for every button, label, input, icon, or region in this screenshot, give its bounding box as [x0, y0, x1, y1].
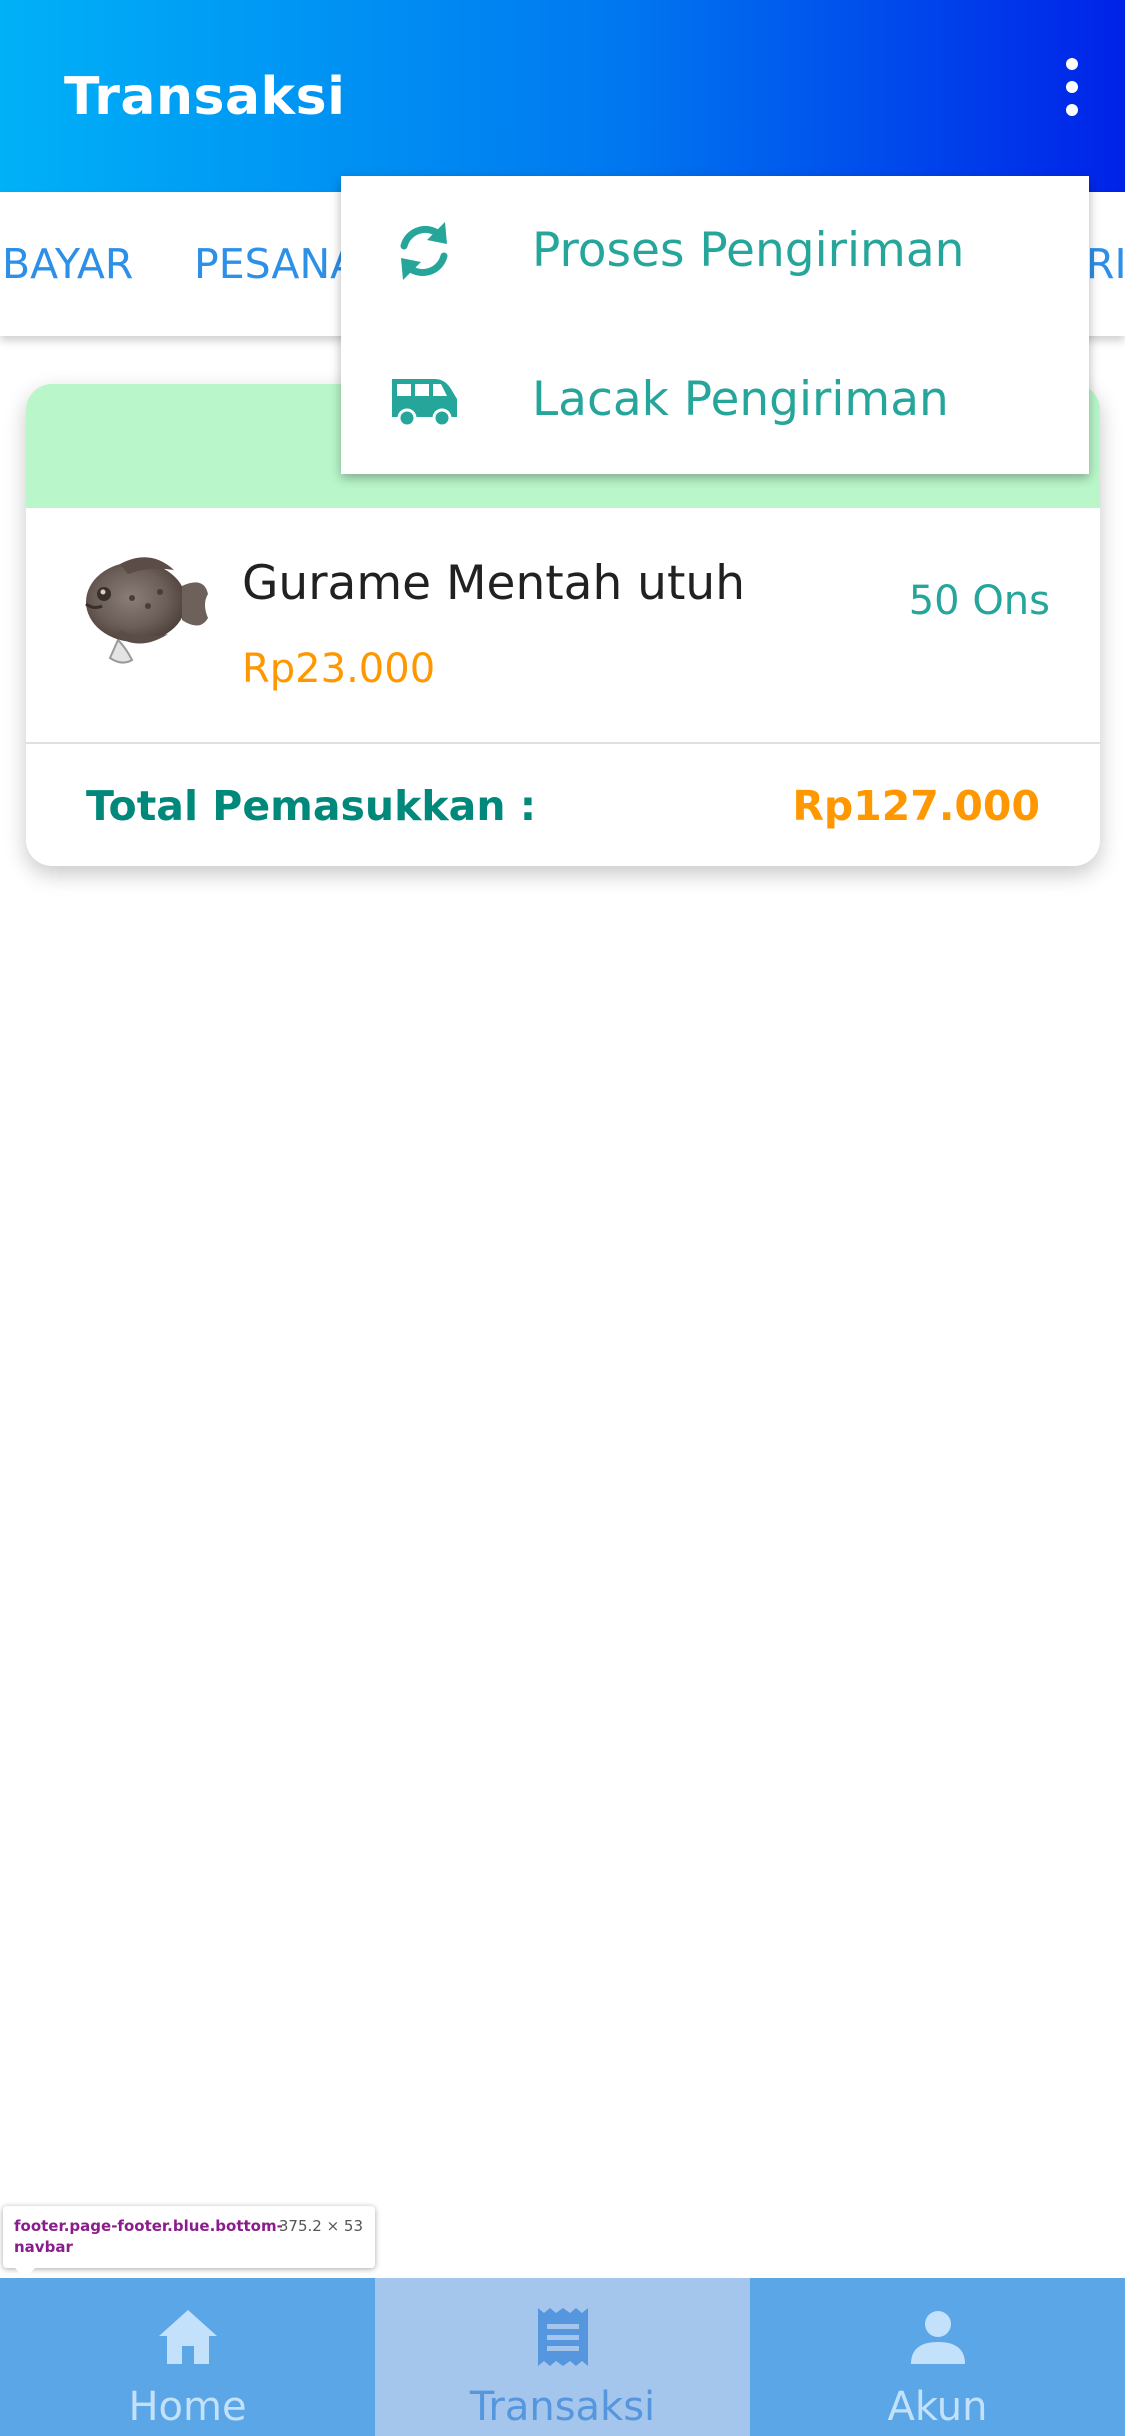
- tab-partial[interactable]: RI: [1086, 238, 1125, 290]
- menu-item-lacak-pengiriman[interactable]: Lacak Pengiriman: [341, 325, 1089, 474]
- nav-label: Home: [128, 2384, 247, 2430]
- nav-label: Akun: [887, 2384, 988, 2430]
- more-options-icon[interactable]: [1049, 58, 1095, 116]
- menu-item-label: Proses Pengiriman: [532, 223, 965, 278]
- product-name: Gurame Mentah utuh: [242, 556, 745, 611]
- kebab-dot: [1066, 58, 1078, 70]
- home-icon: [159, 2310, 217, 2364]
- nav-item-home[interactable]: Home: [0, 2278, 375, 2436]
- receipt-icon: [538, 2308, 588, 2366]
- inspector-selector: footer.page-footer.blue.bottom-navbar: [14, 2217, 283, 2256]
- page-title: Transaksi: [64, 67, 346, 127]
- shuttle-van-icon: [392, 379, 457, 428]
- bottom-navbar: Home Transaksi Akun: [0, 2278, 1125, 2436]
- card-divider: [26, 742, 1100, 744]
- sync-icon: [400, 222, 448, 280]
- fish-image: [85, 557, 208, 664]
- total-value: Rp127.000: [792, 782, 1040, 830]
- options-dropdown-menu: Proses Pengiriman Lacak Pengiriman: [341, 176, 1089, 474]
- kebab-dot: [1066, 81, 1078, 93]
- menu-item-proses-pengiriman[interactable]: Proses Pengiriman: [341, 176, 1089, 325]
- kebab-dot: [1066, 104, 1078, 116]
- inspector-tooltip: footer.page-footer.blue.bottom-navbar 37…: [3, 2206, 375, 2278]
- product-quantity: 50 Ons: [908, 578, 1050, 624]
- total-label: Total Pemasukkan :: [86, 782, 537, 830]
- app-header: Transaksi: [0, 0, 1125, 192]
- product-price: Rp23.000: [242, 646, 436, 692]
- menu-item-label: Lacak Pengiriman: [532, 372, 949, 427]
- tab-bayar[interactable]: BAYAR: [2, 238, 133, 290]
- nav-label: Transaksi: [469, 2384, 656, 2430]
- inspector-size: 375.2 × 53: [278, 2217, 363, 2235]
- nav-item-transaksi[interactable]: Transaksi: [375, 2278, 750, 2436]
- nav-item-akun[interactable]: Akun: [750, 2278, 1125, 2436]
- person-icon: [911, 2311, 965, 2364]
